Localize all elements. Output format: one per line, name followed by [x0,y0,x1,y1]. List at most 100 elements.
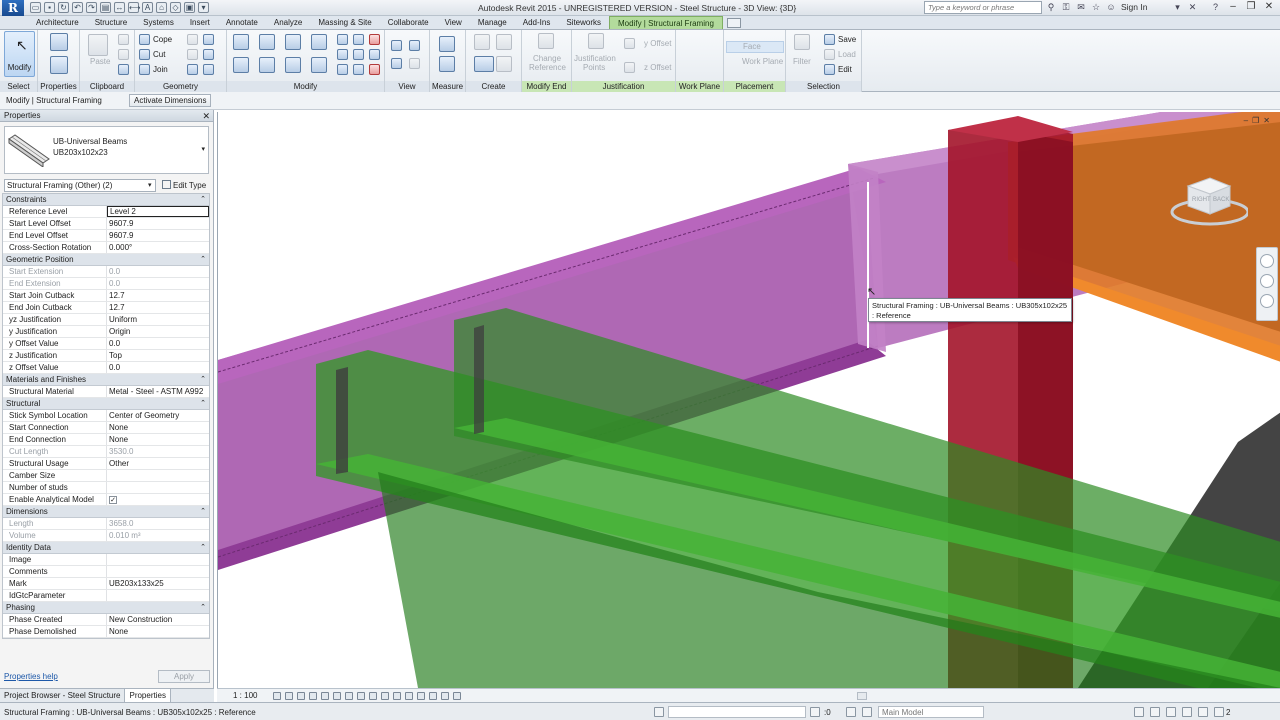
steering-wheel-icon[interactable] [1260,254,1274,268]
worksets-icon[interactable] [654,707,664,717]
open-icon[interactable]: ▭ [30,2,41,13]
properties-help-link[interactable]: Properties help [4,672,58,681]
binoculars-icon[interactable]: ⚲ [1046,2,1056,12]
aligned-dimension-icon[interactable] [439,56,455,72]
create-parts-icon[interactable] [496,34,512,50]
collapse-icon[interactable]: ⌃ [200,602,206,614]
collapse-icon[interactable]: ⌃ [200,374,206,386]
activate-dimensions-button[interactable]: Activate Dimensions [129,94,212,107]
rotate-icon[interactable] [285,57,301,73]
paint-icon[interactable] [203,34,214,45]
copy-modify-icon[interactable] [259,57,275,73]
load-selection-icon[interactable] [824,49,835,60]
checkbox-icon[interactable]: ✓ [109,496,117,504]
wall-joins-icon[interactable] [187,49,198,60]
exchange-icon[interactable]: ✕ [1187,2,1197,12]
property-value[interactable]: Center of Geometry [107,410,209,421]
property-value[interactable]: 0.0 [107,338,209,349]
subscription-icon[interactable]: ⚿ [1061,2,1071,12]
minimize-icon[interactable]: – [1224,0,1242,14]
collapse-icon[interactable]: ⌃ [200,194,206,206]
select-by-face-icon[interactable] [1182,707,1192,717]
type-properties-icon[interactable] [50,56,68,74]
panel-label-select[interactable]: Select [0,81,37,92]
print-icon[interactable]: ▤ [100,2,111,13]
zoom-icon[interactable] [1260,274,1274,288]
pin-icon[interactable] [369,49,380,60]
mirror-draw-axis-icon[interactable] [311,34,327,50]
property-value[interactable]: 12.7 [107,290,209,301]
create-similar-icon[interactable] [496,56,512,72]
sun-path-icon[interactable] [297,692,305,700]
property-group-header[interactable]: Materials and Finishes ⌃ [3,374,209,386]
scale-icon[interactable] [353,49,364,60]
3d-view-icon[interactable]: ⌂ [156,2,167,13]
worksharing-display-icon[interactable] [393,692,401,700]
edit-selection-icon[interactable] [824,64,835,75]
show-crop-icon[interactable] [345,692,353,700]
split-element-icon[interactable] [337,34,348,45]
property-value[interactable] [107,482,209,493]
orbit-icon[interactable] [1260,294,1274,308]
save-selection-icon[interactable] [824,34,835,45]
create-assembly-icon[interactable] [474,34,490,50]
temp-view-properties-icon[interactable] [441,692,449,700]
close-icon[interactable]: ✕ [202,110,210,122]
property-value[interactable]: 0.0 [107,362,209,373]
collapse-icon[interactable]: ⌃ [200,254,206,266]
close-view-icon[interactable]: ✕ [1263,116,1270,125]
user-icon[interactable]: ☺ [1106,2,1116,12]
y-offset-icon[interactable] [624,38,635,49]
3d-viewport[interactable]: – ❐ ✕ RIGHT BACK ↖ Structural Framing : … [217,112,1280,688]
property-value[interactable] [107,554,209,565]
application-menu-button[interactable]: R [2,0,24,16]
property-value[interactable]: None [107,626,209,637]
linework-icon[interactable] [391,58,402,69]
render-icon[interactable] [321,692,329,700]
measure-between-icon[interactable] [439,36,455,52]
override-graphics-icon[interactable] [409,40,420,51]
tab-add-ins[interactable]: Add-Ins [515,16,559,29]
property-value[interactable]: 0.000° [107,242,209,253]
workset-dropdown[interactable] [668,706,806,718]
property-value[interactable]: Metal - Steel - ASTM A992 [107,386,209,397]
reveal-constraints-icon[interactable] [429,692,437,700]
hide-analytical-icon[interactable] [453,692,461,700]
unpin-icon[interactable] [369,34,380,45]
cut-clipboard-icon[interactable] [118,34,129,45]
type-dropdown-icon[interactable]: ▾ [201,145,205,153]
tab-manage[interactable]: Manage [470,16,515,29]
save-icon[interactable]: ▪ [44,2,55,13]
work-plane-button[interactable]: Work Plane [742,57,783,66]
edit-type-button[interactable]: Edit Type [162,180,206,190]
sync-icon[interactable]: ↻ [58,2,69,13]
property-group-header[interactable]: Structural ⌃ [3,398,209,410]
dropdown-icon[interactable]: ▾ [1172,2,1182,12]
measure-icon[interactable]: ↔ [114,2,125,13]
property-value[interactable]: Level 2 [107,206,209,217]
help-icon[interactable]: ? [1210,2,1220,12]
communication-icon[interactable]: ✉ [1076,2,1086,12]
model-canvas[interactable] [218,112,1280,688]
trim-single-icon[interactable] [337,64,348,75]
property-value[interactable]: Uniform [107,314,209,325]
design-options-icon[interactable] [846,707,856,717]
join-icon[interactable] [139,64,150,75]
select-pinned-icon[interactable] [1166,707,1176,717]
tab-systems[interactable]: Systems [135,16,182,29]
restore-view-icon[interactable]: ❐ [1252,116,1259,125]
create-group-icon[interactable] [474,56,494,72]
trim-extend-icon[interactable] [311,57,327,73]
tab-project-browser[interactable]: Project Browser - Steel Structure [0,689,126,702]
array-icon[interactable] [337,49,348,60]
section-icon[interactable]: ◇ [170,2,181,13]
instance-filter-dropdown[interactable]: Structural Framing (Other) (2) [4,179,156,192]
property-value[interactable]: None [107,422,209,433]
chevron-down-icon[interactable]: ▾ [148,179,152,192]
filter-status-icon[interactable] [1214,707,1224,717]
move-icon[interactable] [233,57,249,73]
shadows-icon[interactable] [309,692,317,700]
copy-icon[interactable] [118,49,129,60]
tab-collaborate[interactable]: Collaborate [380,16,437,29]
property-group-header[interactable]: Geometric Position ⌃ [3,254,209,266]
